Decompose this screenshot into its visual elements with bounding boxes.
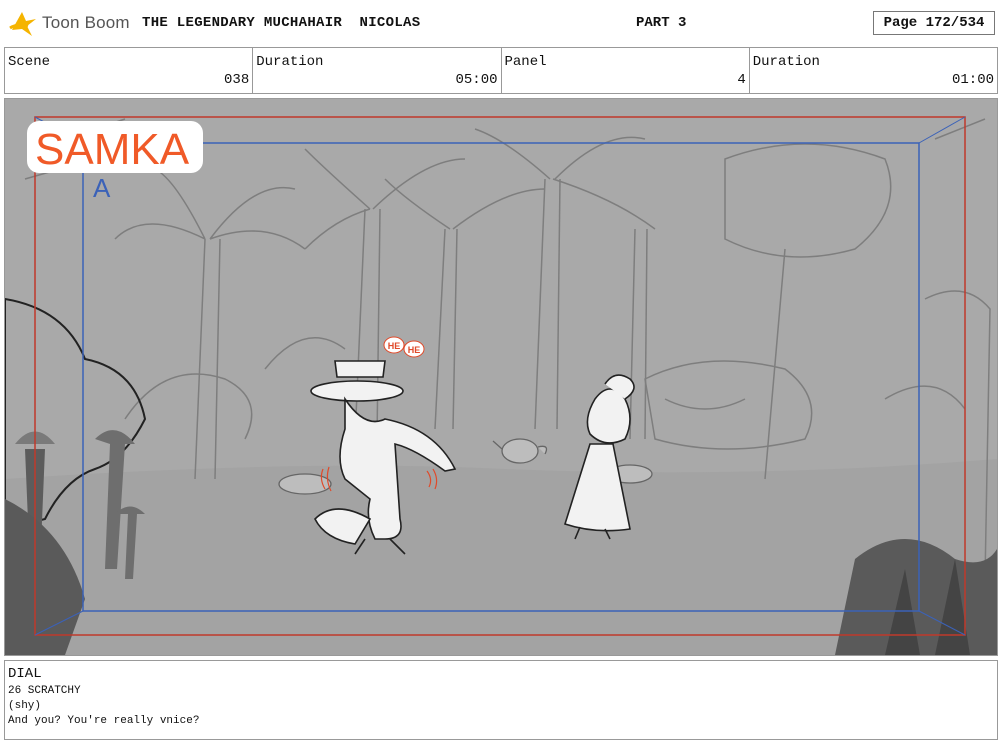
panel-cell: Panel 4	[502, 48, 750, 93]
dialogue-box[interactable]: DIAL 26 SCRATCHY (shy) And you? You're r…	[4, 660, 998, 740]
project-title: THE LEGENDARY MUCHAHAIR NICOLAS	[142, 15, 421, 31]
part-label: PART 3	[636, 15, 687, 31]
layer-mark: A	[93, 173, 111, 203]
samka-logo-text: SAMKA	[35, 125, 190, 174]
panel-duration-label: Duration	[752, 54, 820, 70]
dialogue-line-text: And you? You're really vnice?	[8, 715, 200, 727]
panel-sketch: HE HE SAMKA A	[5, 99, 997, 655]
panel-duration-cell: Duration 01:00	[750, 48, 997, 93]
scene-value: 038	[224, 72, 250, 88]
brand-name: Toon Boom	[42, 13, 130, 32]
scene-duration-label: Duration	[256, 54, 324, 70]
dialogue-line-character: 26 SCRATCHY	[8, 685, 81, 697]
sfx-text-2: HE	[408, 345, 421, 355]
dialogue-header: DIAL	[8, 666, 42, 682]
panel-value: 4	[737, 72, 746, 88]
dialogue-line-direction: (shy)	[8, 700, 42, 712]
scene-duration-cell: Duration 05:00	[253, 48, 502, 93]
toon-boom-logo: Toon Boom	[8, 6, 130, 40]
scene-label: Scene	[8, 54, 51, 70]
toon-boom-star-icon	[9, 12, 36, 36]
scene-cell: Scene 038	[5, 48, 254, 93]
scene-info-bar: Scene 038 Duration 05:00 Panel 4 Duratio…	[4, 47, 998, 94]
samka-logo: SAMKA	[27, 121, 203, 174]
storyboard-header: Toon Boom THE LEGENDARY MUCHAHAIR NICOLA…	[0, 0, 1000, 46]
scene-duration-value: 05:00	[455, 72, 498, 88]
page-indicator[interactable]: Page 172/534	[873, 11, 995, 35]
panel-label: Panel	[504, 54, 547, 70]
storyboard-panel-image[interactable]: HE HE SAMKA A	[4, 98, 998, 656]
sfx-text-1: HE	[388, 341, 401, 351]
panel-duration-value: 01:00	[951, 72, 994, 88]
